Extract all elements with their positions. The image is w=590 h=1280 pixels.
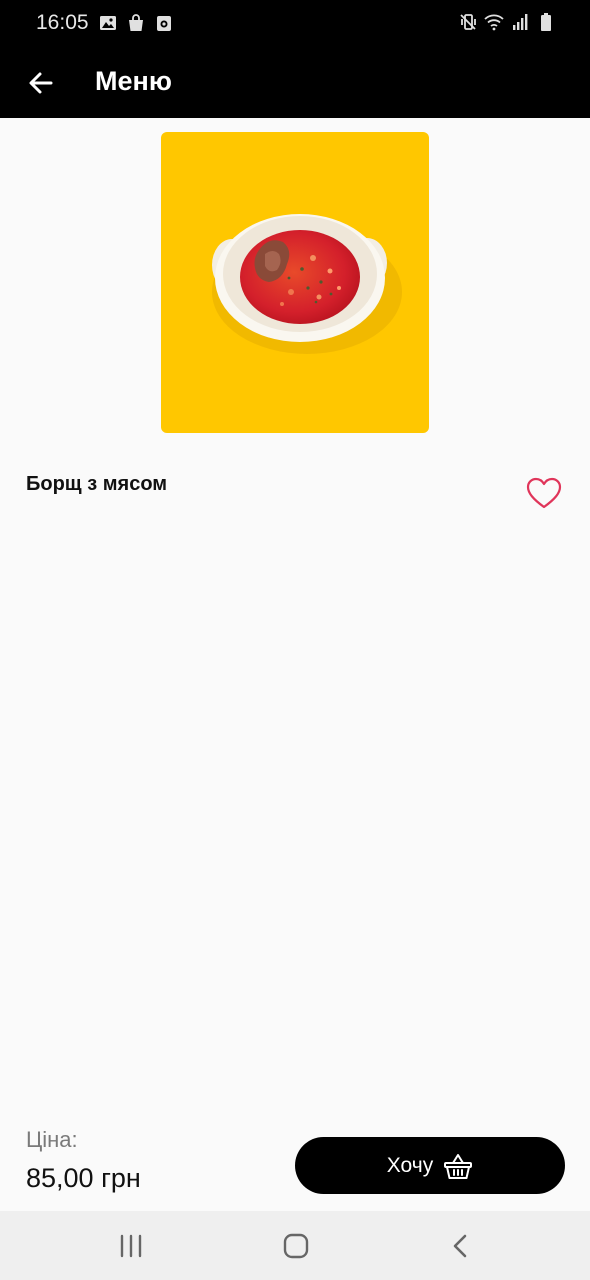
status-right-icons [458,12,556,32]
screen: 16:05 Меню Борщ з мясом Ціна: 85,00 грн … [0,0,590,1280]
shopping-bag-icon [129,14,143,31]
back-icon[interactable] [444,1231,478,1261]
borscht-bowl-image [161,132,429,433]
order-button-label: Хочу [386,1153,434,1177]
arrow-left-icon[interactable] [24,66,58,100]
vibrate-icon [460,14,476,30]
price-label: Ціна: [26,1127,78,1152]
signal-icon [513,14,528,30]
wifi-icon [484,14,504,31]
status-time: 16:05 [36,11,89,34]
basket-icon [444,1153,473,1179]
battery-icon [541,13,551,31]
product-name: Борщ з мясом [26,473,168,495]
camera-icon [157,16,171,31]
home-icon[interactable] [279,1231,313,1261]
recent-apps-icon[interactable] [114,1231,148,1261]
system-nav-bar [0,1211,590,1280]
page-title: Меню [95,66,172,96]
order-button[interactable]: Хочу [295,1137,565,1194]
status-left-icons [98,13,174,33]
app-bar: Меню [0,46,590,118]
heart-outline-icon[interactable] [525,476,563,512]
status-bar: 16:05 [0,0,590,46]
price-value: 85,00 грн [26,1163,141,1193]
image-icon [100,16,116,30]
